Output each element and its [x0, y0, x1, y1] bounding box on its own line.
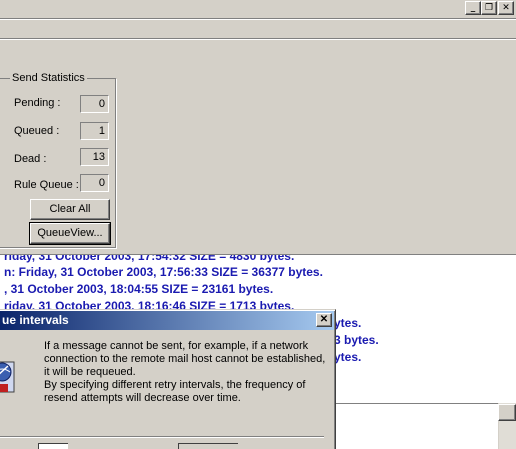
pending-value: 0 — [80, 95, 109, 113]
pending-label: Pending : — [14, 97, 61, 109]
send-statistics-title: Send Statistics — [10, 72, 87, 84]
log-line: n: Friday, 31 October 2003, 17:56:33 SIZ… — [4, 265, 323, 279]
scroll-up-button[interactable] — [498, 404, 516, 421]
log-line: riday, 31 October 2003, 17:54:32 SIZE = … — [4, 254, 295, 263]
globe-icon — [0, 352, 16, 398]
clear-all-button[interactable]: Clear All — [30, 199, 110, 220]
restore-button[interactable]: ❐ — [481, 1, 497, 15]
dialog-field[interactable] — [178, 443, 238, 449]
dialog-title: ue intervals — [2, 313, 69, 327]
dialog-divider — [0, 437, 324, 438]
log-line: 3 bytes. — [334, 333, 379, 347]
dialog-close-button[interactable]: ✕ — [316, 313, 332, 327]
rule-queue-value: 0 — [80, 174, 109, 192]
minimize-button[interactable]: _ — [465, 1, 481, 15]
log-line: , 31 October 2003, 18:04:55 SIZE = 23161… — [4, 282, 274, 296]
log-line: ytes. — [334, 350, 362, 364]
dialog-paragraph-1: If a message cannot be sent, for example… — [44, 340, 326, 378]
divider — [0, 19, 516, 20]
dead-value: 13 — [80, 148, 109, 166]
rule-queue-label: Rule Queue : — [14, 179, 79, 191]
close-button[interactable]: ✕ — [498, 1, 514, 15]
dialog-field[interactable] — [38, 443, 68, 449]
queued-value: 1 — [80, 122, 109, 140]
log-line: ytes. — [334, 316, 362, 330]
queue-view-button[interactable]: QueueView... — [29, 222, 111, 245]
dead-label: Dead : — [14, 153, 47, 165]
top-menubar-area — [0, 0, 516, 18]
dialog-paragraph-2: By specifying different retry intervals,… — [44, 379, 306, 404]
dialog-description: If a message cannot be sent, for example… — [44, 340, 329, 405]
queued-label: Queued : — [14, 125, 60, 137]
divider — [0, 39, 516, 40]
